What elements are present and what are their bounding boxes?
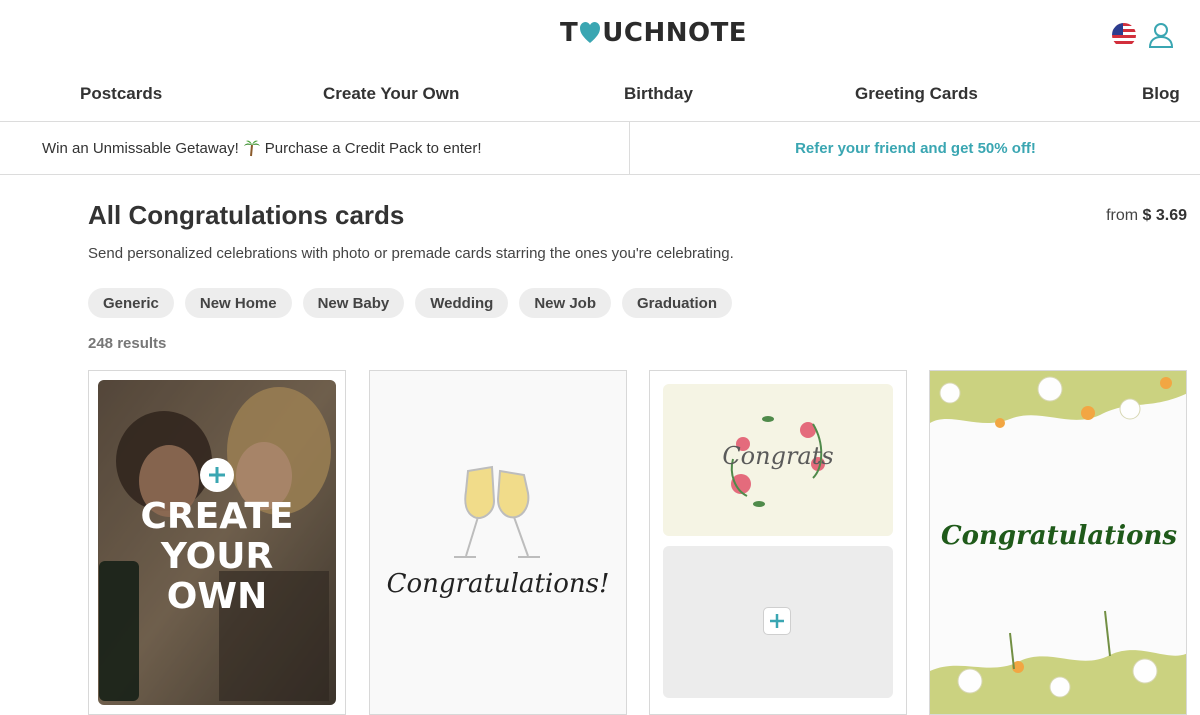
congrats-script: Congrats — [722, 442, 834, 470]
floral-script-text: Congratulations — [940, 521, 1178, 551]
promo-getaway[interactable]: Win an Unmissable Getaway! Purchase a Cr… — [0, 122, 630, 174]
user-icon[interactable] — [1148, 22, 1174, 48]
nav-item-create-your-own[interactable]: Create Your Own — [323, 84, 459, 104]
card-create-your-own[interactable]: CREATE YOUR OWN — [88, 370, 346, 715]
nav-item-birthday[interactable]: Birthday — [624, 84, 693, 104]
create-line-2: YOUR — [160, 536, 274, 577]
plus-icon[interactable] — [763, 607, 791, 635]
filter-chip-new-home[interactable]: New Home — [184, 288, 292, 318]
card-floral-congratulations[interactable]: Congratulations — [929, 370, 1187, 715]
price-label: from $ 3.69 — [1106, 207, 1187, 225]
filter-chip-graduation[interactable]: Graduation — [622, 288, 733, 318]
promo-bar: Win an Unmissable Getaway! Purchase a Cr… — [0, 122, 1200, 175]
card-champagne-congratulations[interactable]: Congratulations! — [369, 370, 627, 715]
nav-item-blog[interactable]: Blog — [1142, 84, 1180, 104]
filter-chip-new-job[interactable]: New Job — [519, 288, 611, 318]
page-title: All Congratulations cards — [88, 200, 405, 230]
filter-chip-generic[interactable]: Generic — [88, 288, 174, 318]
site-header: T UCHNOTE — [0, 0, 1200, 70]
filter-chip-wedding[interactable]: Wedding — [415, 288, 509, 318]
card-script-text: Congratulations! — [386, 569, 610, 599]
create-line-1: CREATE — [140, 496, 294, 537]
page-subtitle: Send personalized celebrations with phot… — [88, 245, 734, 262]
touchnote-logo[interactable]: T UCHNOTE — [560, 18, 747, 48]
nav-item-greeting-cards[interactable]: Greeting Cards — [855, 84, 978, 104]
main-nav: Postcards Create Your Own Birthday Greet… — [0, 70, 1200, 122]
logo-suffix: UCHNOTE — [602, 18, 748, 48]
photo-slot[interactable] — [663, 546, 893, 698]
create-line-3: OWN — [166, 576, 268, 617]
price-value: $ 3.69 — [1142, 207, 1187, 224]
price-prefix: from — [1106, 207, 1139, 224]
filter-chips: Generic New Home New Baby Wedding New Jo… — [88, 288, 733, 318]
heart-icon — [580, 22, 601, 43]
plus-icon[interactable] — [200, 458, 234, 492]
create-your-own-text: CREATE YOUR OWN — [89, 497, 345, 617]
promo-credit-text: Purchase a Credit Pack to enter! — [264, 139, 482, 157]
results-count: 248 results — [88, 335, 167, 352]
us-flag-icon[interactable] — [1112, 23, 1136, 47]
nav-item-postcards[interactable]: Postcards — [80, 84, 162, 104]
congrats-floral-panel: Congrats — [663, 384, 893, 536]
palm-tree-icon — [243, 140, 260, 157]
filter-chip-new-baby[interactable]: New Baby — [302, 288, 405, 318]
refer-friend-link[interactable]: Refer your friend and get 50% off! — [631, 122, 1200, 174]
promo-getaway-text: Win an Unmissable Getaway! — [42, 139, 239, 157]
logo-prefix: T — [560, 18, 579, 48]
card-congrats-photo[interactable]: Congrats — [649, 370, 907, 715]
